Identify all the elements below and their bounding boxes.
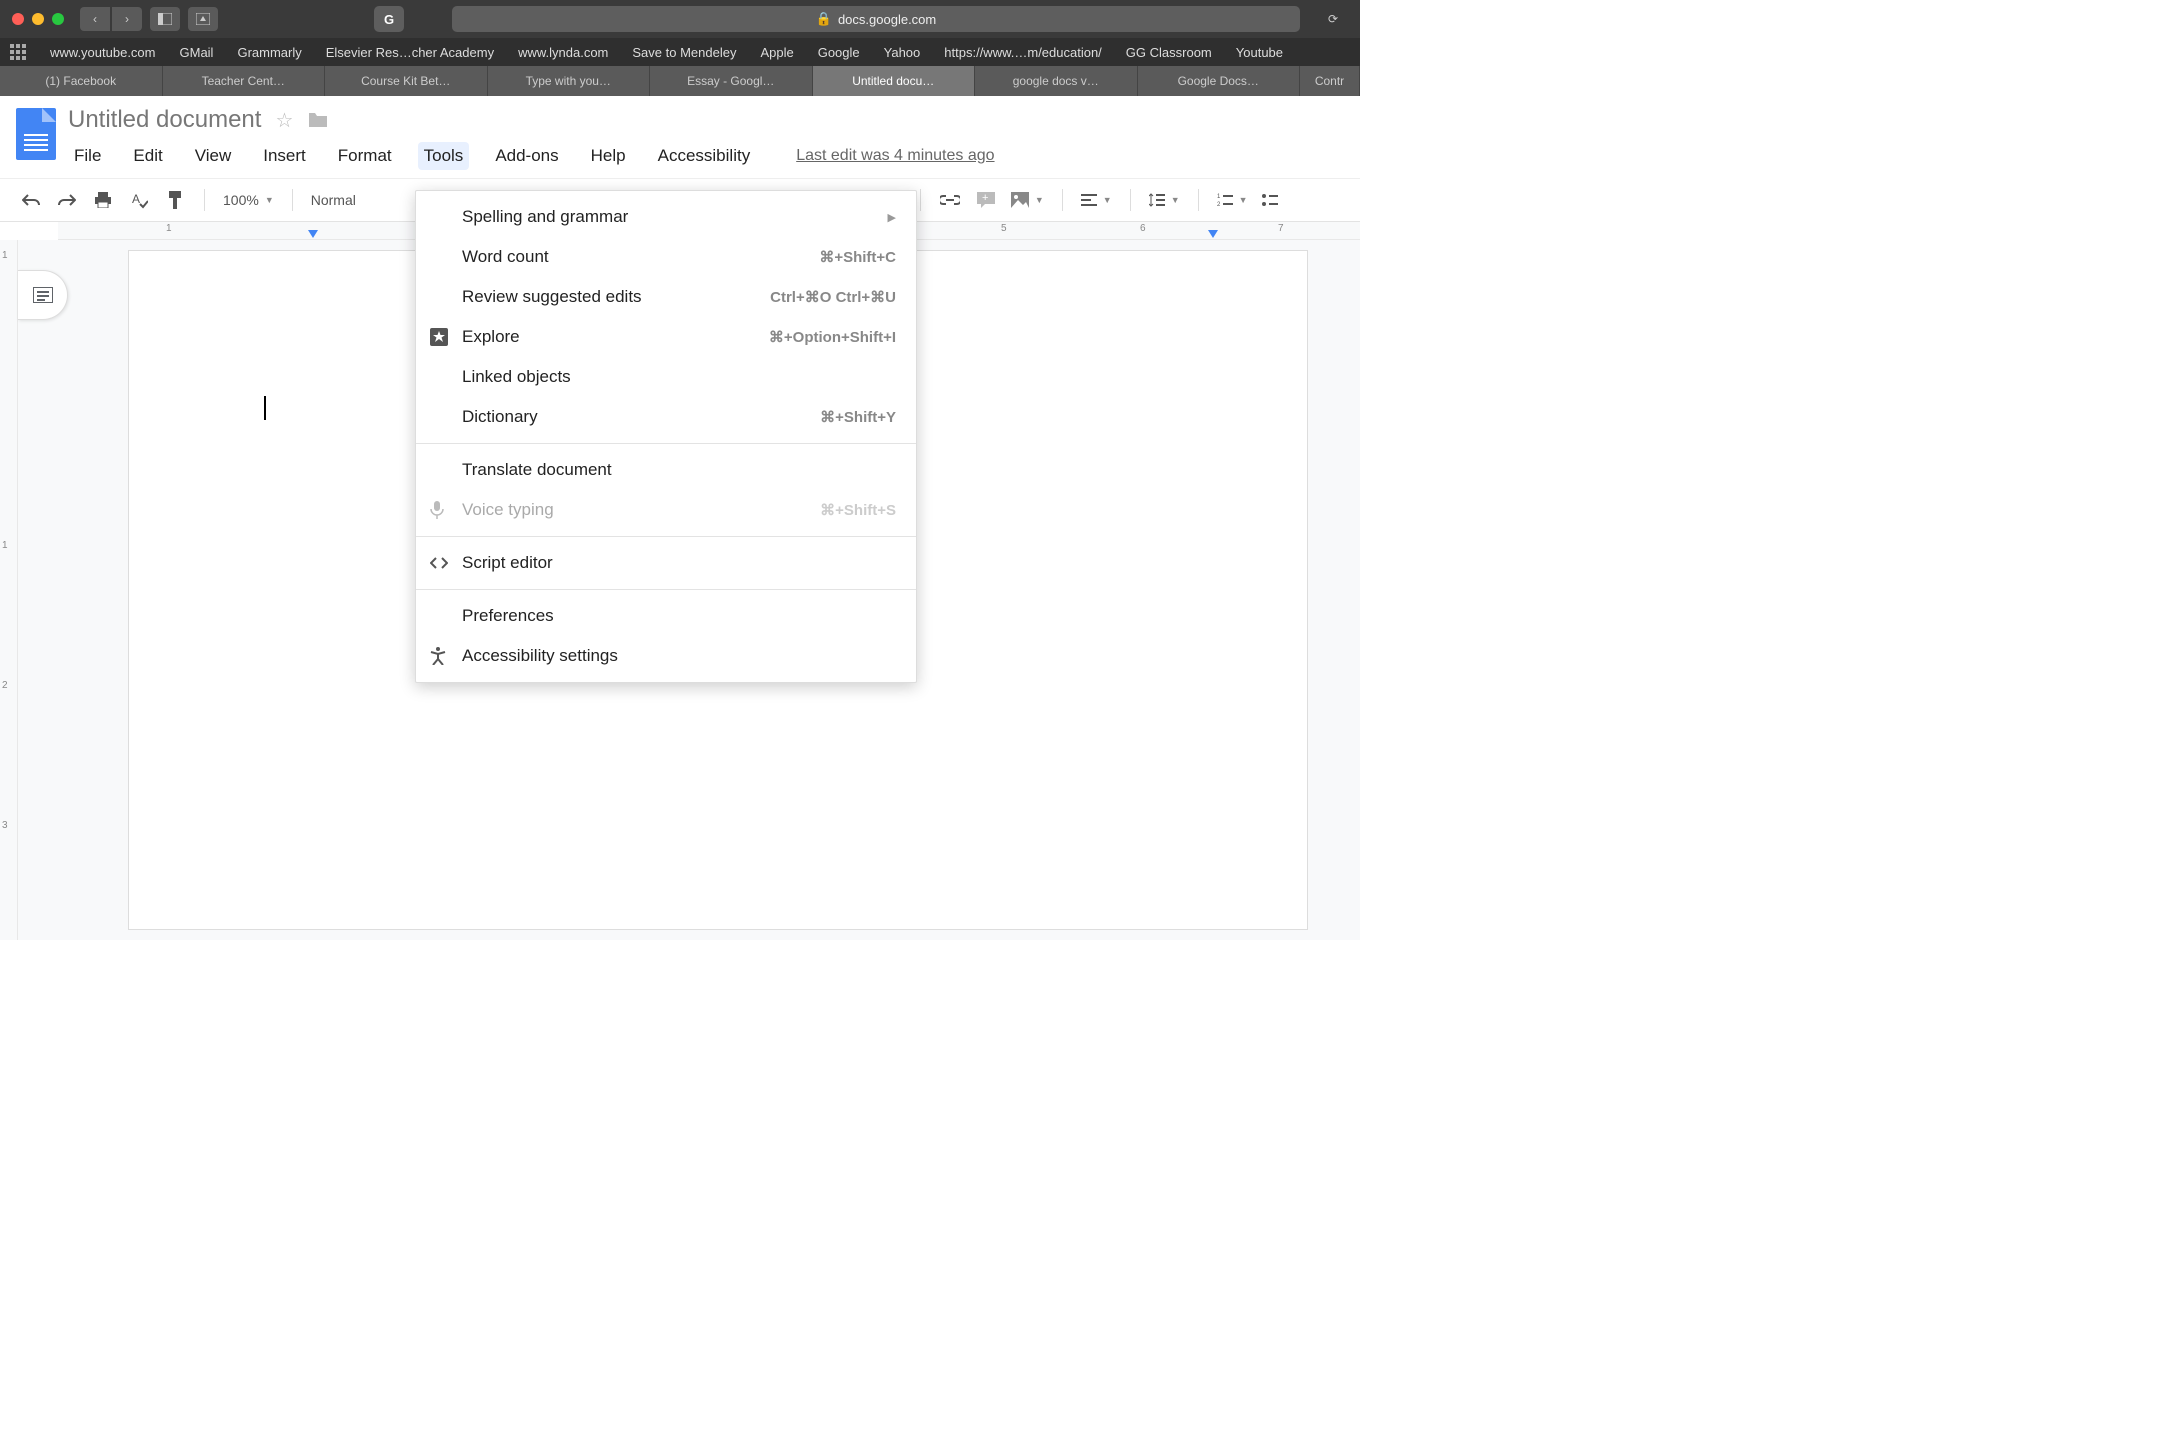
bookmark-item[interactable]: Save to Mendeley bbox=[632, 45, 736, 60]
menu-insert[interactable]: Insert bbox=[257, 142, 312, 170]
menu-item-explore[interactable]: Explore⌘+Option+Shift+I bbox=[416, 317, 916, 357]
vertical-ruler[interactable]: 1 1 2 3 bbox=[0, 240, 18, 940]
fullscreen-window-button[interactable] bbox=[52, 13, 64, 25]
bookmark-item[interactable]: Apple bbox=[760, 45, 793, 60]
bookmark-item[interactable]: Yahoo bbox=[884, 45, 921, 60]
back-button[interactable]: ‹ bbox=[80, 7, 110, 31]
grammarly-extension-icon[interactable]: G bbox=[374, 6, 404, 32]
menu-item-script-editor[interactable]: Script editor bbox=[416, 543, 916, 583]
menu-item-review-edits[interactable]: Review suggested editsCtrl+⌘O Ctrl+⌘U bbox=[416, 277, 916, 317]
menu-item-preferences[interactable]: Preferences bbox=[416, 596, 916, 636]
menu-edit[interactable]: Edit bbox=[127, 142, 168, 170]
menu-item-word-count[interactable]: Word count⌘+Shift+C bbox=[416, 237, 916, 277]
lock-icon: 🔒 bbox=[816, 11, 832, 27]
browser-tab[interactable]: Google Docs… bbox=[1138, 66, 1301, 96]
last-edit-link[interactable]: Last edit was 4 minutes ago bbox=[796, 147, 994, 165]
bookmarks-bar: www.youtube.com GMail Grammarly Elsevier… bbox=[0, 38, 1360, 66]
window-controls bbox=[12, 13, 64, 25]
menu-item-accessibility-settings[interactable]: Accessibility settings bbox=[416, 636, 916, 676]
bookmark-item[interactable]: www.lynda.com bbox=[518, 45, 608, 60]
menu-item-dictionary[interactable]: Dictionary⌘+Shift+Y bbox=[416, 397, 916, 437]
browser-tab[interactable]: google docs v… bbox=[975, 66, 1138, 96]
bookmark-item[interactable]: Google bbox=[818, 45, 860, 60]
menu-format[interactable]: Format bbox=[332, 142, 398, 170]
star-icon[interactable]: ☆ bbox=[275, 108, 293, 133]
docs-logo-icon[interactable] bbox=[16, 108, 56, 160]
menu-separator bbox=[416, 536, 916, 537]
redo-button[interactable] bbox=[56, 189, 78, 211]
menu-accessibility[interactable]: Accessibility bbox=[652, 142, 757, 170]
tab-strip: (1) Facebook Teacher Cent… Course Kit Be… bbox=[0, 66, 1360, 96]
bookmark-item[interactable]: https://www.…m/education/ bbox=[944, 45, 1102, 60]
numbered-list-button[interactable]: 12▼ bbox=[1217, 193, 1248, 207]
svg-text:2: 2 bbox=[1217, 202, 1221, 207]
menu-bar: File Edit View Insert Format Tools Add-o… bbox=[68, 142, 1344, 170]
sidebar-button[interactable] bbox=[150, 7, 180, 31]
line-spacing-button[interactable]: ▼ bbox=[1149, 193, 1180, 207]
print-button[interactable] bbox=[92, 189, 114, 211]
mic-icon bbox=[430, 501, 450, 519]
docs-header: Untitled document ☆ File Edit View Inser… bbox=[0, 96, 1360, 170]
browser-tab[interactable]: Essay - Googl… bbox=[650, 66, 813, 96]
indent-marker-right[interactable] bbox=[1208, 230, 1218, 238]
move-folder-icon[interactable] bbox=[307, 111, 329, 129]
image-button[interactable]: ▼ bbox=[1011, 192, 1044, 208]
bullet-list-button[interactable] bbox=[1262, 193, 1278, 207]
bookmark-item[interactable]: GMail bbox=[180, 45, 214, 60]
bookmark-item[interactable]: Elsevier Res…cher Academy bbox=[326, 45, 494, 60]
menu-help[interactable]: Help bbox=[585, 142, 632, 170]
tools-menu-dropdown: Spelling and grammar▶ Word count⌘+Shift+… bbox=[415, 190, 917, 683]
browser-tab[interactable]: Teacher Cent… bbox=[163, 66, 326, 96]
zoom-dropdown[interactable]: 100%▼ bbox=[223, 192, 274, 208]
document-title[interactable]: Untitled document bbox=[68, 106, 261, 134]
browser-tab-active[interactable]: Untitled docu… bbox=[813, 66, 976, 96]
menu-separator bbox=[416, 589, 916, 590]
top-sites-button[interactable] bbox=[188, 7, 218, 31]
menu-addons[interactable]: Add-ons bbox=[489, 142, 564, 170]
text-cursor bbox=[264, 396, 266, 420]
menu-file[interactable]: File bbox=[68, 142, 107, 170]
menu-item-voice-typing: Voice typing⌘+Shift+S bbox=[416, 490, 916, 530]
bookmark-item[interactable]: Grammarly bbox=[237, 45, 301, 60]
menu-item-spelling-grammar[interactable]: Spelling and grammar▶ bbox=[416, 197, 916, 237]
url-host: docs.google.com bbox=[838, 12, 936, 27]
menu-item-linked-objects[interactable]: Linked objects bbox=[416, 357, 916, 397]
indent-marker-left[interactable] bbox=[308, 230, 318, 238]
align-button[interactable]: ▼ bbox=[1081, 194, 1112, 206]
outline-toggle-button[interactable] bbox=[18, 270, 68, 320]
reload-button[interactable]: ⟳ bbox=[1318, 7, 1348, 31]
forward-button[interactable]: › bbox=[112, 7, 142, 31]
undo-button[interactable] bbox=[20, 189, 42, 211]
code-icon bbox=[430, 556, 450, 570]
menu-item-translate[interactable]: Translate document bbox=[416, 450, 916, 490]
svg-text:A: A bbox=[132, 192, 140, 206]
bookmark-item[interactable]: GG Classroom bbox=[1126, 45, 1212, 60]
browser-tab[interactable]: Contr bbox=[1300, 66, 1360, 96]
link-button[interactable] bbox=[939, 189, 961, 211]
spellcheck-button[interactable]: A bbox=[128, 189, 150, 211]
submenu-arrow-icon: ▶ bbox=[888, 211, 896, 224]
svg-text:1: 1 bbox=[1217, 194, 1221, 200]
minimize-window-button[interactable] bbox=[32, 13, 44, 25]
comment-button[interactable]: + bbox=[975, 189, 997, 211]
menu-separator bbox=[416, 443, 916, 444]
menu-tools[interactable]: Tools bbox=[418, 142, 470, 170]
close-window-button[interactable] bbox=[12, 13, 24, 25]
browser-tab[interactable]: (1) Facebook bbox=[0, 66, 163, 96]
bookmark-item[interactable]: Youtube bbox=[1236, 45, 1283, 60]
bookmark-item[interactable]: www.youtube.com bbox=[50, 45, 156, 60]
show-all-bookmarks-icon[interactable] bbox=[10, 44, 26, 60]
browser-toolbar: ‹ › G 🔒 docs.google.com ⟳ bbox=[0, 0, 1360, 38]
accessibility-icon bbox=[430, 647, 450, 665]
paragraph-style-dropdown[interactable]: Normal bbox=[311, 192, 356, 208]
address-bar[interactable]: 🔒 docs.google.com bbox=[452, 6, 1300, 32]
svg-text:+: + bbox=[982, 192, 988, 204]
browser-tab[interactable]: Type with you… bbox=[488, 66, 651, 96]
browser-tab[interactable]: Course Kit Bet… bbox=[325, 66, 488, 96]
paint-format-button[interactable] bbox=[164, 189, 186, 211]
explore-icon bbox=[430, 328, 450, 346]
menu-view[interactable]: View bbox=[189, 142, 238, 170]
